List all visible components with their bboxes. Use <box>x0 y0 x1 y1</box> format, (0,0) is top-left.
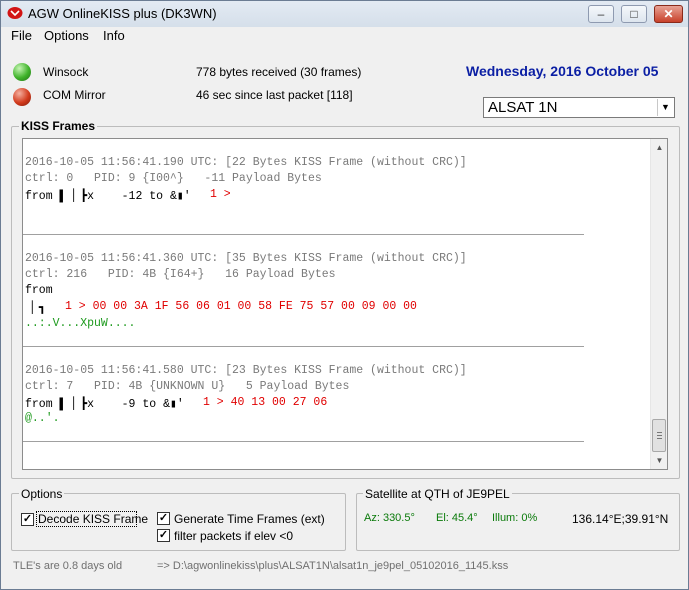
decode-kiss-label[interactable]: Decode KISS Frame <box>38 512 148 526</box>
satellite-illumination: Illum: 0% <box>492 512 538 524</box>
frame-from: from ▌ ▏┣x -9 to &▮' <box>25 398 184 411</box>
frame-ctrl: ctrl: 7 PID: 4B {UNKNOWN U} 5 Payload By… <box>25 380 350 393</box>
winsock-status-led <box>13 63 31 81</box>
maximize-button[interactable]: □ <box>621 5 647 23</box>
frame-separator <box>23 234 584 235</box>
winsock-info: 778 bytes received (30 frames) <box>196 65 362 79</box>
app-logo-icon <box>7 7 23 19</box>
vertical-scrollbar[interactable]: ▲ ▼ <box>650 139 667 469</box>
generate-time-frames-checkbox[interactable]: ✓ <box>157 512 170 525</box>
tle-age-status: TLE's are 0.8 days old <box>13 560 123 572</box>
close-icon: ✕ <box>663 7 674 21</box>
frame-ascii: @..'. <box>25 412 60 425</box>
frame-separator <box>23 346 584 347</box>
com-mirror-status-led <box>13 88 31 106</box>
frame-from-callsign: ▏┓ <box>25 302 46 315</box>
satellite-elevation: El: 45.4° <box>436 512 478 524</box>
frame-header: 2016-10-05 11:56:41.190 UTC: [22 Bytes K… <box>25 156 467 169</box>
title-bar[interactable]: AGW OnlineKISS plus (DK3WN) – □ ✕ <box>1 1 688 27</box>
frame-hex: 1 > 40 13 00 27 06 <box>203 396 328 409</box>
frame-hex: 1 > 00 00 3A 1F 56 06 01 00 58 FE 75 57 … <box>65 300 417 313</box>
satellite-position: 136.14°E;39.91°N <box>572 512 669 526</box>
log-file-path: => D:\agwonlinekiss\plus\ALSAT1N\alsat1n… <box>157 560 509 572</box>
scrollbar-thumb[interactable] <box>652 419 666 452</box>
filter-packets-label[interactable]: filter packets if elev <0 <box>174 529 293 543</box>
filter-packets-checkbox[interactable]: ✓ <box>157 529 170 542</box>
winsock-label: Winsock <box>43 65 89 79</box>
chevron-down-icon[interactable]: ▼ <box>657 99 673 116</box>
generate-time-frames-label[interactable]: Generate Time Frames (ext) <box>174 512 325 526</box>
menu-info[interactable]: Info <box>103 28 125 43</box>
menu-bar: File Options Info <box>1 27 688 46</box>
com-mirror-info: 46 sec since last packet [118] <box>196 88 353 102</box>
decode-kiss-checkbox[interactable]: ✓ <box>21 513 34 526</box>
frame-hex: 1 > <box>210 188 231 201</box>
maximize-icon: □ <box>630 7 638 21</box>
frame-ctrl: ctrl: 216 PID: 4B {I64+} 16 Payload Byte… <box>25 268 336 281</box>
minimize-icon: – <box>597 7 605 21</box>
menu-file[interactable]: File <box>11 28 32 43</box>
frame-header: 2016-10-05 11:56:41.580 UTC: [23 Bytes K… <box>25 364 467 377</box>
com-mirror-label: COM Mirror <box>43 88 106 102</box>
frame-from: from ▌ ▏┣x -12 to &▮' <box>25 190 191 203</box>
satellite-title: Satellite at QTH of JE9PEL <box>363 487 512 501</box>
scroll-down-icon[interactable]: ▼ <box>651 452 667 469</box>
window-title: AGW OnlineKISS plus (DK3WN) <box>28 6 217 21</box>
scroll-up-icon[interactable]: ▲ <box>651 139 667 156</box>
satellite-azimuth: Az: 330.5° <box>364 512 415 524</box>
frame-header: 2016-10-05 11:56:41.360 UTC: [35 Bytes K… <box>25 252 467 265</box>
frame-separator <box>23 441 584 442</box>
satellite-select-value: ALSAT 1N <box>488 99 558 116</box>
satellite-select[interactable]: ALSAT 1N ▼ <box>483 97 675 118</box>
kiss-frames-title: KISS Frames <box>19 119 98 133</box>
app-window: AGW OnlineKISS plus (DK3WN) – □ ✕ File O… <box>0 0 689 590</box>
options-title: Options <box>19 487 65 501</box>
frame-from: from <box>25 284 53 297</box>
minimize-button[interactable]: – <box>588 5 614 23</box>
close-button[interactable]: ✕ <box>654 5 683 23</box>
current-date: Wednesday, 2016 October 05 <box>466 63 659 79</box>
menu-options[interactable]: Options <box>44 28 89 43</box>
frame-ascii: ..:.V...XpuW.... <box>25 317 136 330</box>
kiss-frames-log[interactable]: 2016-10-05 11:56:41.190 UTC: [22 Bytes K… <box>22 138 668 470</box>
frame-ctrl: ctrl: 0 PID: 9 {I00^} -11 Payload Bytes <box>25 172 322 185</box>
